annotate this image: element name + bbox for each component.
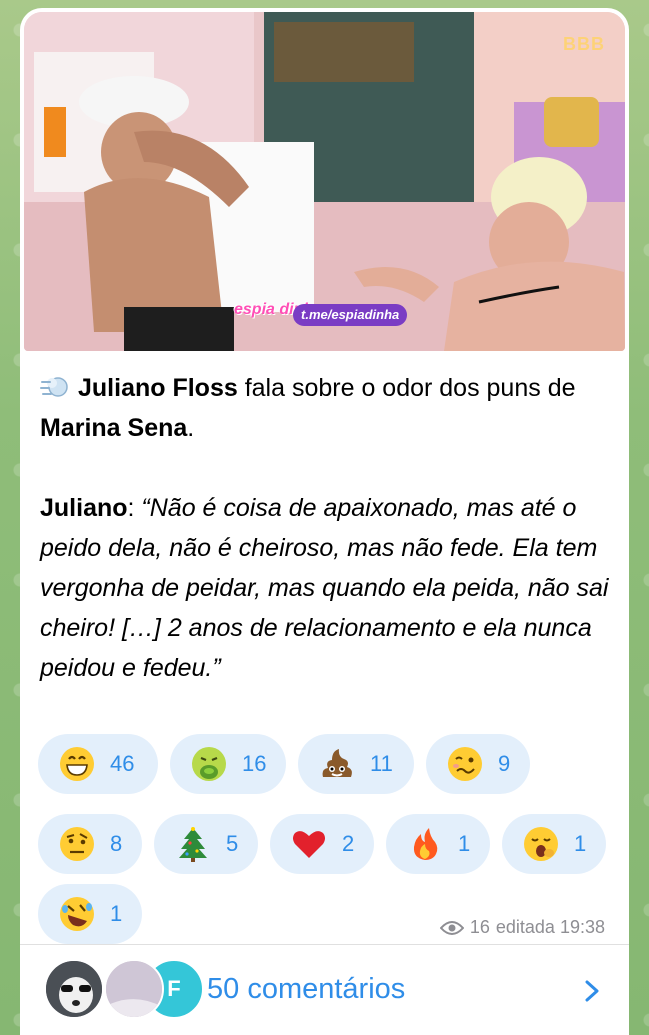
reaction-poo[interactable]: 11	[298, 734, 414, 794]
raised-eyebrow-face-icon	[60, 827, 94, 861]
reaction-count: 9	[498, 751, 511, 776]
reaction-count: 1	[110, 901, 123, 926]
reaction-yawning[interactable]: 1	[502, 814, 606, 874]
reaction-rolling-laughing[interactable]: 1	[38, 884, 142, 944]
views-count: 16	[469, 917, 490, 937]
woozy-face-icon	[448, 747, 482, 781]
views-eye-icon	[439, 920, 464, 935]
reaction-grinning[interactable]: 46	[38, 734, 158, 794]
reaction-christmas-tree[interactable]: 5	[154, 814, 258, 874]
reaction-count: 46	[110, 751, 135, 776]
christmas-tree-icon	[179, 827, 207, 862]
avatar	[44, 959, 104, 1019]
person-name-marina: Marina Sena	[40, 414, 188, 442]
message-photo[interactable]: BBB espia dinha t.me/espiadinha	[24, 12, 625, 351]
fire-icon	[413, 828, 438, 860]
comments-button[interactable]: F 50 comentários	[20, 945, 629, 1035]
reaction-raised-eyebrow[interactable]: 8	[38, 814, 142, 874]
yawning-face-icon	[524, 827, 558, 861]
channel-tag: BBB	[563, 34, 605, 54]
avatar-initial: F	[167, 976, 181, 1001]
reaction-count: 1	[458, 831, 471, 856]
quote-speaker: Juliano	[40, 494, 128, 522]
reaction-fire[interactable]: 1	[386, 814, 490, 874]
reaction-vomiting[interactable]: 16	[170, 734, 286, 794]
reaction-count: 5	[226, 831, 239, 856]
quote-text: “Não é coisa de apaixonado, mas até o pe…	[40, 494, 609, 682]
reaction-woozy[interactable]: 9	[426, 734, 530, 794]
message-text: Juliano Floss fala sobre o odor dos puns…	[40, 368, 610, 688]
vomiting-face-icon	[192, 747, 226, 781]
reaction-count: 2	[342, 831, 355, 856]
reaction-count: 16	[242, 751, 267, 776]
red-heart-icon	[293, 831, 325, 858]
edited-timestamp: editada 19:38	[495, 917, 605, 937]
person-name-juliano: Juliano Floss	[78, 374, 238, 402]
quote-separator: :	[127, 494, 142, 522]
message-meta: 16 editada 19:38	[439, 917, 605, 938]
dashing-away-icon	[40, 377, 68, 397]
photo-scene	[24, 12, 625, 351]
reaction-count: 1	[574, 831, 587, 856]
rolling-laughing-icon	[60, 897, 94, 931]
message-bubble: BBB espia dinha t.me/espiadinha Juliano …	[20, 8, 629, 1035]
chevron-right-icon	[585, 980, 599, 1002]
reaction-count: 8	[110, 831, 123, 856]
watermark-url: t.me/espiadinha	[293, 304, 408, 326]
grinning-face-icon	[60, 747, 94, 781]
reaction-heart[interactable]: 2	[270, 814, 374, 874]
message-line1: fala sobre o odor dos puns de	[237, 374, 576, 402]
comments-label: 50 comentários	[207, 973, 406, 1005]
pile-of-poo-icon	[322, 749, 352, 777]
message-line1-end: .	[187, 414, 195, 442]
avatar	[104, 959, 164, 1019]
reaction-count: 11	[370, 751, 393, 776]
avatar-photo	[46, 961, 102, 1017]
